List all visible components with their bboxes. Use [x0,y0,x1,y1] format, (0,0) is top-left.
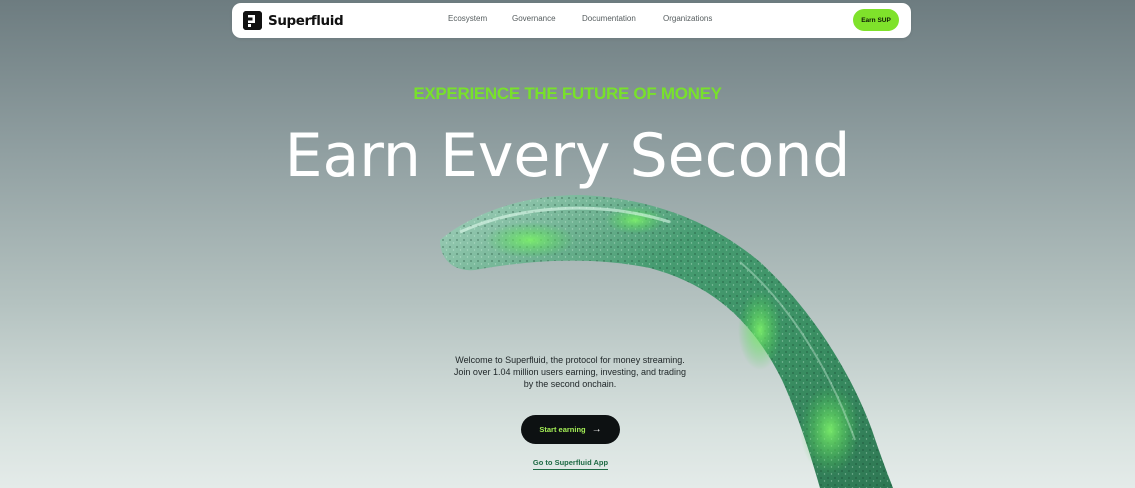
hero-description-line-2: Join over 1.04 million users earning, in… [453,367,687,377]
hero-title: Earn Every Second [284,121,851,191]
hero-description-line-3: by the second onchain. [523,379,617,389]
go-to-app-link-wrapper: Go to Superfluid App [0,458,1135,470]
go-to-app-link[interactable]: Go to Superfluid App [532,458,609,470]
start-earning-label: Start earning [539,425,586,434]
hero-description-line-1: Welcome to Superfluid, the protocol for … [455,355,685,365]
arrow-right-icon: → [591,424,602,435]
start-earning-button[interactable]: Start earning → [521,415,620,444]
hero-description: Welcome to Superfluid, the protocol for … [420,354,720,390]
